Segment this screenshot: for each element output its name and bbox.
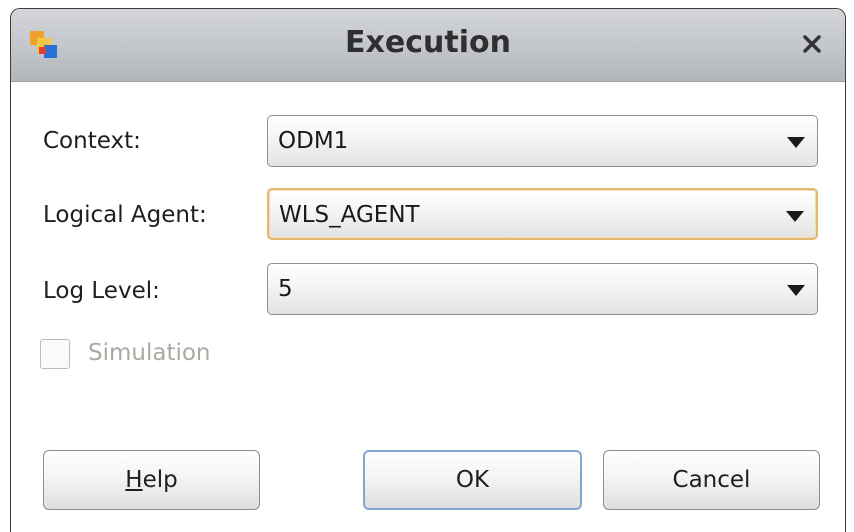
log-level-label: Log Level:	[43, 278, 160, 304]
ok-label: OK	[455, 467, 490, 493]
logical-agent-label: Logical Agent:	[43, 202, 207, 228]
context-value: ODM1	[278, 128, 349, 154]
execution-dialog: Execution Context: ODM1 Logical Agent: W…	[10, 8, 846, 532]
title-bar: Execution	[11, 9, 845, 82]
help-button[interactable]: Help	[43, 450, 260, 510]
context-label: Context:	[43, 128, 141, 154]
chevron-down-icon	[787, 285, 805, 296]
simulation-label: Simulation	[88, 340, 211, 366]
ok-button[interactable]: OK	[363, 450, 582, 510]
logical-agent-combo[interactable]: WLS_AGENT	[267, 188, 818, 240]
dialog-body: Context: ODM1 Logical Agent: WLS_AGENT L…	[11, 82, 845, 532]
log-level-value: 5	[278, 276, 293, 302]
close-icon[interactable]	[799, 31, 825, 57]
dialog-title: Execution	[345, 25, 511, 60]
help-mnemonic: H	[125, 467, 143, 493]
chevron-down-icon	[787, 137, 805, 148]
cancel-button[interactable]: Cancel	[603, 450, 820, 510]
log-level-combo[interactable]: 5	[267, 263, 818, 315]
logical-agent-value: WLS_AGENT	[279, 202, 420, 228]
context-combo[interactable]: ODM1	[267, 115, 818, 167]
help-label: elp	[142, 467, 178, 493]
simulation-checkbox[interactable]	[40, 339, 70, 369]
cancel-label: Cancel	[672, 467, 751, 493]
chevron-down-icon	[786, 211, 804, 222]
